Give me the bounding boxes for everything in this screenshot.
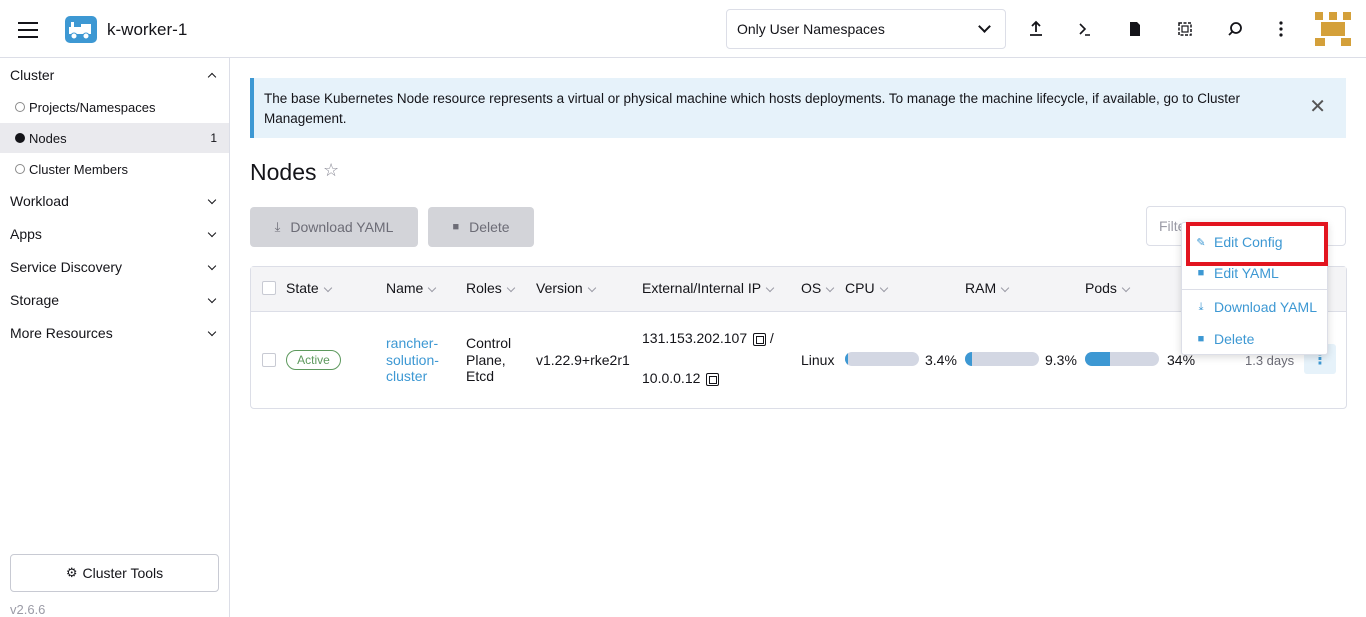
gear-icon: ⚙ <box>65 565 78 580</box>
user-avatar[interactable] <box>1313 12 1353 48</box>
cluster-tools-label: Cluster Tools <box>82 565 164 581</box>
namespace-filter-select[interactable]: Only User Namespaces <box>726 9 1006 49</box>
banner-text: The base Kubernetes Node resource repres… <box>264 91 1241 126</box>
favorite-star-icon[interactable]: ☆ <box>323 160 339 181</box>
node-age: 1.3 days <box>1245 353 1295 368</box>
sidebar-group-label: Service Discovery <box>10 259 123 275</box>
kubectl-shell-icon[interactable] <box>1074 18 1096 40</box>
cpu-usage-label: 3.4% <box>925 352 957 368</box>
sidebar-item-label: Cluster Members <box>29 161 128 177</box>
file-icon: ■ <box>1197 267 1205 279</box>
ram-usage-bar <box>965 352 1039 366</box>
chevron-down-icon <box>207 327 217 336</box>
info-banner: The base Kubernetes Node resource repres… <box>250 78 1346 138</box>
row-checkbox[interactable] <box>262 353 276 367</box>
trash-icon: ■ <box>452 221 460 233</box>
chevron-down-icon <box>207 294 217 303</box>
sidebar-group-label: More Resources <box>10 325 113 341</box>
ram-usage-label: 9.3% <box>1045 352 1077 368</box>
sidebar-item-label: Nodes <box>29 130 67 146</box>
menu-item-edit-config[interactable]: ✎ Edit Config <box>1182 229 1327 255</box>
sidebar-item-cluster-members[interactable]: Cluster Members <box>0 154 229 184</box>
chevron-down-icon <box>207 195 217 204</box>
sidebar-group-label: Storage <box>10 292 60 308</box>
download-yaml-label: Download YAML <box>290 219 394 235</box>
download-kubeconfig-icon[interactable] <box>1124 18 1146 40</box>
copy-icon[interactable] <box>706 372 720 386</box>
top-header: k-worker-1 Only User Namespaces <box>0 0 1366 58</box>
sidebar-item-nodes[interactable]: Nodes 1 <box>0 123 229 153</box>
delete-button[interactable]: ■ Delete <box>428 207 534 247</box>
sidebar-group-label: Cluster <box>10 67 55 83</box>
chevron-down-icon <box>978 20 991 33</box>
menu-item-label: Delete <box>1214 331 1255 347</box>
sidebar-group-more-resources[interactable]: More Resources <box>0 318 229 348</box>
node-version: v1.22.9+rke2r1 <box>536 352 630 368</box>
chevron-up-icon <box>207 72 217 81</box>
sidebar-group-label: Apps <box>10 226 42 242</box>
sidebar-item-count: 1 <box>210 131 217 145</box>
external-ip: 131.153.202.107 / <box>642 330 774 346</box>
menu-item-download-yaml[interactable]: ⤓ Download YAML <box>1182 294 1327 320</box>
cpu-usage-bar <box>845 352 919 366</box>
column-header-os[interactable]: OS <box>801 280 835 296</box>
chevron-down-icon <box>207 228 217 237</box>
sidebar-group-storage[interactable]: Storage <box>0 285 229 315</box>
menu-item-label: Edit Config <box>1214 234 1283 250</box>
menu-item-label: Edit YAML <box>1214 265 1279 281</box>
pods-usage-bar <box>1085 352 1159 366</box>
sidebar-group-workload[interactable]: Workload <box>0 186 229 216</box>
sidebar: Cluster Projects/Namespaces Nodes 1 Clus… <box>0 58 230 617</box>
row-action-menu: ✎ Edit Config ■ Edit YAML ⤓ Download YAM… <box>1181 222 1328 355</box>
more-options-icon[interactable] <box>1270 18 1292 40</box>
page-title: Nodes <box>250 159 317 185</box>
column-header-cpu[interactable]: CPU <box>845 280 888 296</box>
column-header-roles[interactable]: Roles <box>466 280 516 296</box>
chevron-down-icon <box>207 261 217 270</box>
menu-divider <box>1182 289 1327 290</box>
import-yaml-icon[interactable] <box>1025 18 1047 40</box>
download-icon: ⤓ <box>1198 300 1204 313</box>
search-icon[interactable] <box>1224 18 1246 40</box>
sidebar-group-service-discovery[interactable]: Service Discovery <box>0 252 229 282</box>
column-header-ip[interactable]: External/Internal IP <box>642 280 775 296</box>
menu-icon[interactable] <box>18 22 38 38</box>
cluster-logo-icon <box>65 16 97 43</box>
close-icon[interactable]: ✕ <box>1309 97 1326 117</box>
menu-item-label: Download YAML <box>1214 299 1317 315</box>
copy-kubeconfig-icon[interactable] <box>1174 18 1196 40</box>
sidebar-group-apps[interactable]: Apps <box>0 219 229 249</box>
cluster-name: k-worker-1 <box>107 20 188 39</box>
sidebar-group-cluster[interactable]: Cluster <box>0 60 229 90</box>
column-header-ram[interactable]: RAM <box>965 280 1010 296</box>
version-label: v2.6.6 <box>10 602 46 617</box>
column-header-state[interactable]: State <box>286 280 332 296</box>
node-name-link[interactable]: rancher- solution- cluster <box>386 335 439 385</box>
download-icon: ⤓ <box>274 219 281 234</box>
globe-icon <box>15 102 25 112</box>
pencil-icon: ✎ <box>1196 236 1206 249</box>
sidebar-group-label: Workload <box>10 193 69 209</box>
copy-icon[interactable] <box>753 332 766 346</box>
node-os: Linux <box>801 352 835 368</box>
globe-icon <box>15 164 25 174</box>
namespace-filter-value: Only User Namespaces <box>737 21 885 37</box>
globe-icon <box>15 133 25 143</box>
sidebar-item-projects-namespaces[interactable]: Projects/Namespaces <box>0 92 229 122</box>
column-header-pods[interactable]: Pods <box>1085 280 1131 296</box>
column-header-name[interactable]: Name <box>386 280 437 296</box>
column-header-version[interactable]: Version <box>536 280 596 296</box>
delete-label: Delete <box>469 219 510 235</box>
menu-item-delete[interactable]: ■ Delete <box>1182 326 1327 352</box>
trash-icon: ■ <box>1197 333 1205 345</box>
sidebar-item-label: Projects/Namespaces <box>29 99 156 115</box>
menu-item-edit-yaml[interactable]: ■ Edit YAML <box>1182 260 1327 286</box>
node-roles: Control Plane, Etcd <box>466 335 512 384</box>
internal-ip: 10.0.0.12 <box>642 370 720 387</box>
download-yaml-button[interactable]: ⤓ Download YAML <box>250 207 418 247</box>
status-badge: Active <box>286 350 341 370</box>
select-all-checkbox[interactable] <box>262 281 276 295</box>
cluster-tools-button[interactable]: ⚙ Cluster Tools <box>10 554 219 592</box>
